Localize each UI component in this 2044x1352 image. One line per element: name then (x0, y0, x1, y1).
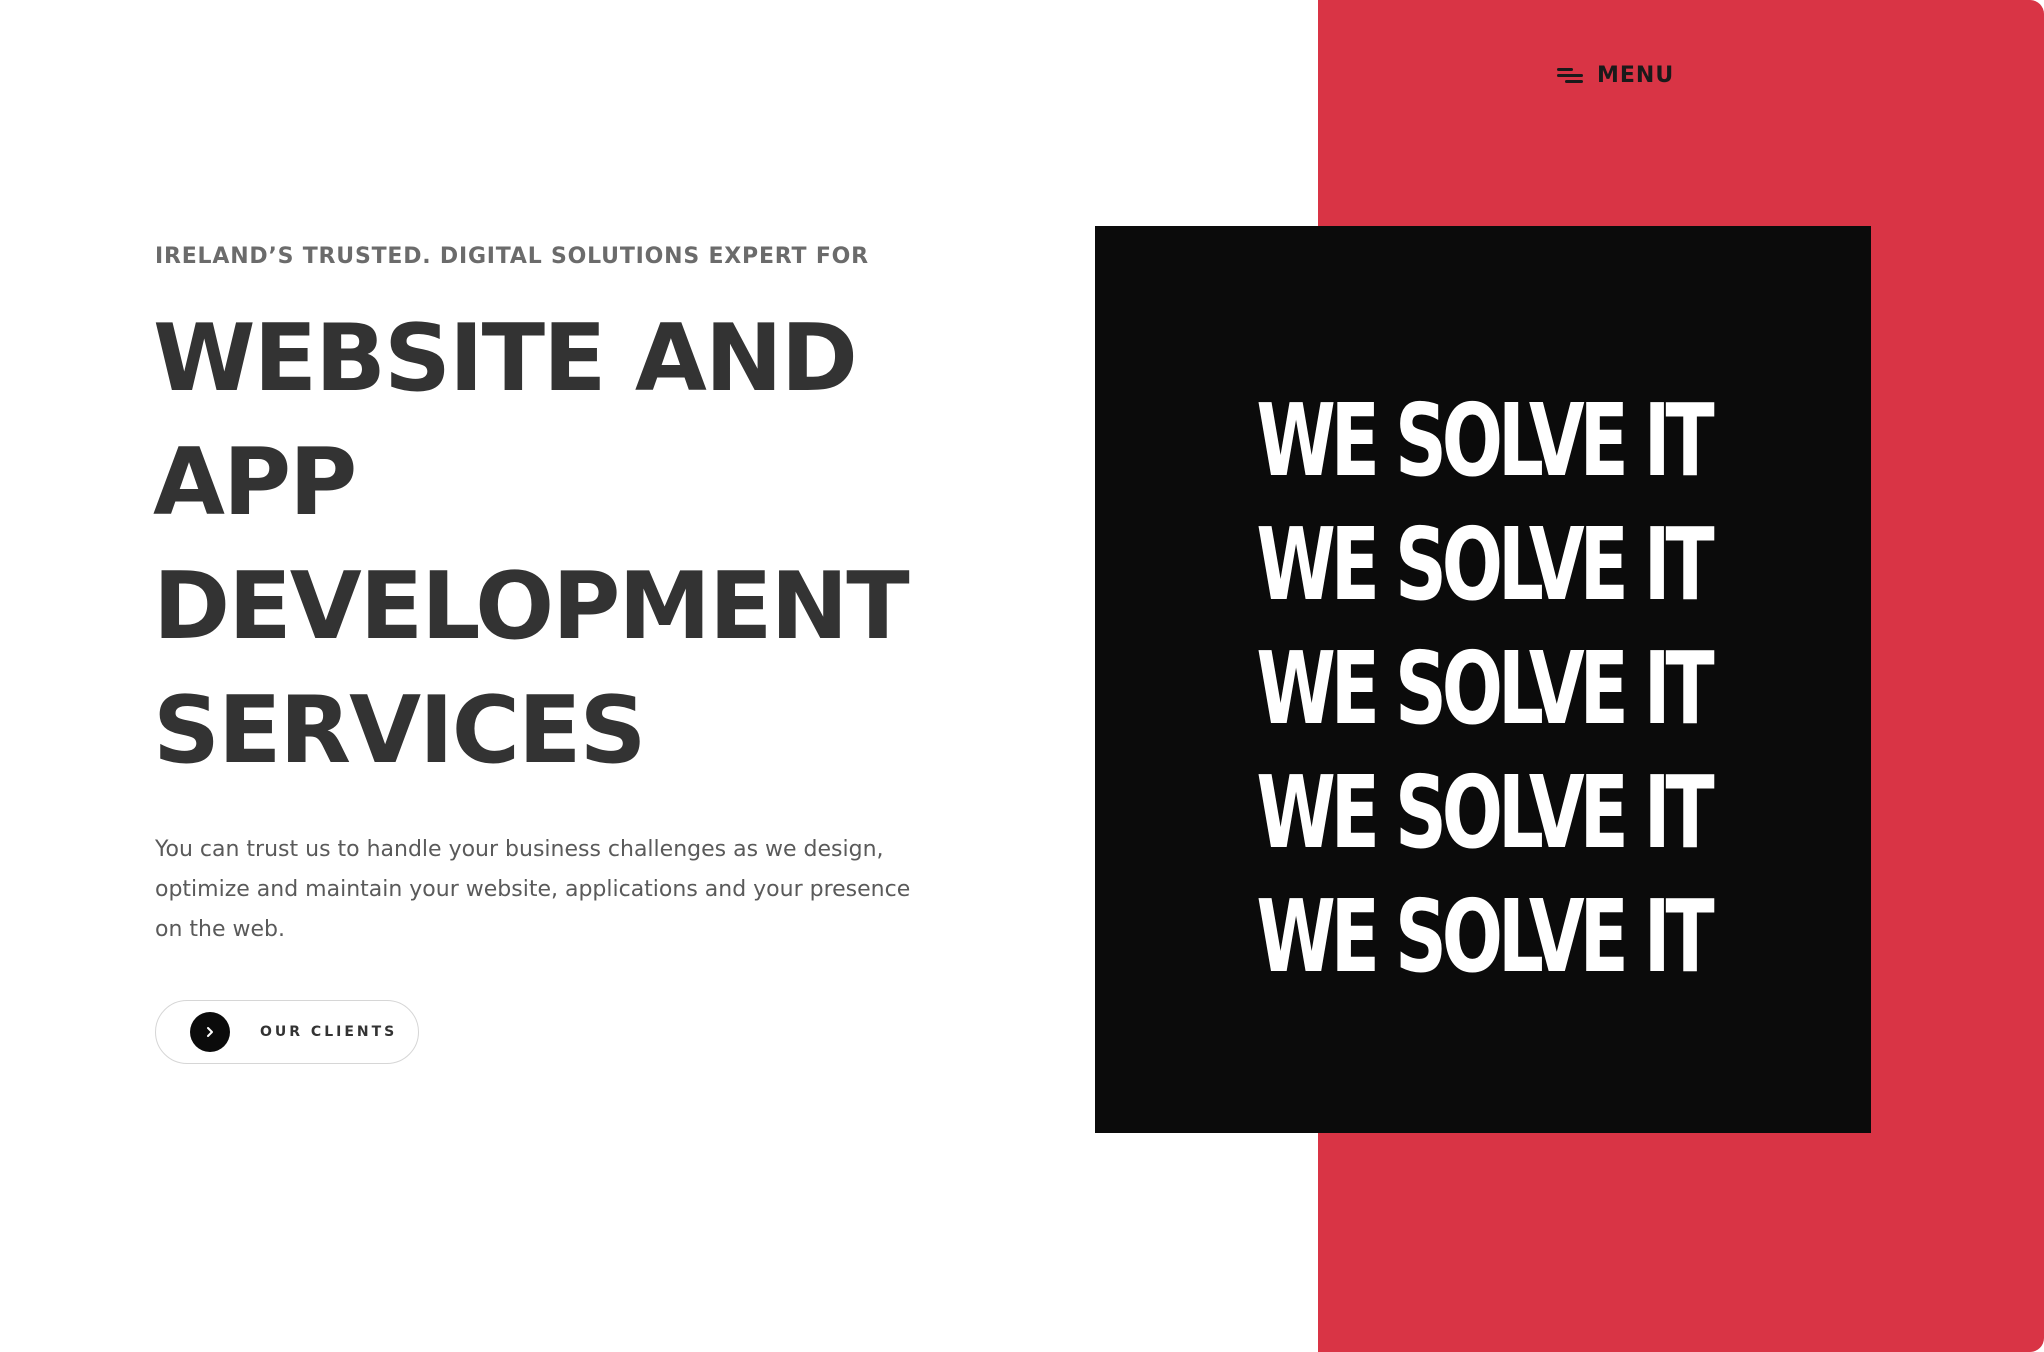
slogan-stack: WE SOLVE IT WE SOLVE IT WE SOLVE IT WE S… (1095, 379, 1871, 999)
slogan-line: WE SOLVE IT (1256, 878, 1714, 995)
menu-label: MENU (1597, 62, 1675, 88)
slogan-line: WE SOLVE IT (1256, 506, 1714, 623)
slogan-line: WE SOLVE IT (1256, 382, 1714, 499)
headline-line: SERVICES (153, 676, 646, 784)
headline-line: APP (153, 428, 357, 536)
we-solve-it-card: WE SOLVE IT WE SOLVE IT WE SOLVE IT WE S… (1095, 226, 1871, 1133)
hero-description: You can trust us to handle your business… (155, 837, 911, 942)
chevron-right-icon (190, 1012, 230, 1052)
our-clients-label: OUR CLIENTS (260, 1024, 398, 1040)
hero-headline: WEBSITE AND APP DEVELOPMENT SERVICES (153, 296, 910, 792)
hero-eyebrow: IRELAND’S TRUSTED. DIGITAL SOLUTIONS EXP… (155, 244, 869, 269)
menu-button[interactable]: MENU (1557, 60, 1674, 90)
headline-line: WEBSITE AND (153, 304, 858, 412)
slogan-line: WE SOLVE IT (1256, 630, 1714, 747)
our-clients-button[interactable]: OUR CLIENTS (155, 1000, 419, 1064)
headline-line: DEVELOPMENT (153, 552, 910, 660)
slogan-line: WE SOLVE IT (1256, 754, 1714, 871)
hamburger-menu-icon (1557, 64, 1585, 86)
